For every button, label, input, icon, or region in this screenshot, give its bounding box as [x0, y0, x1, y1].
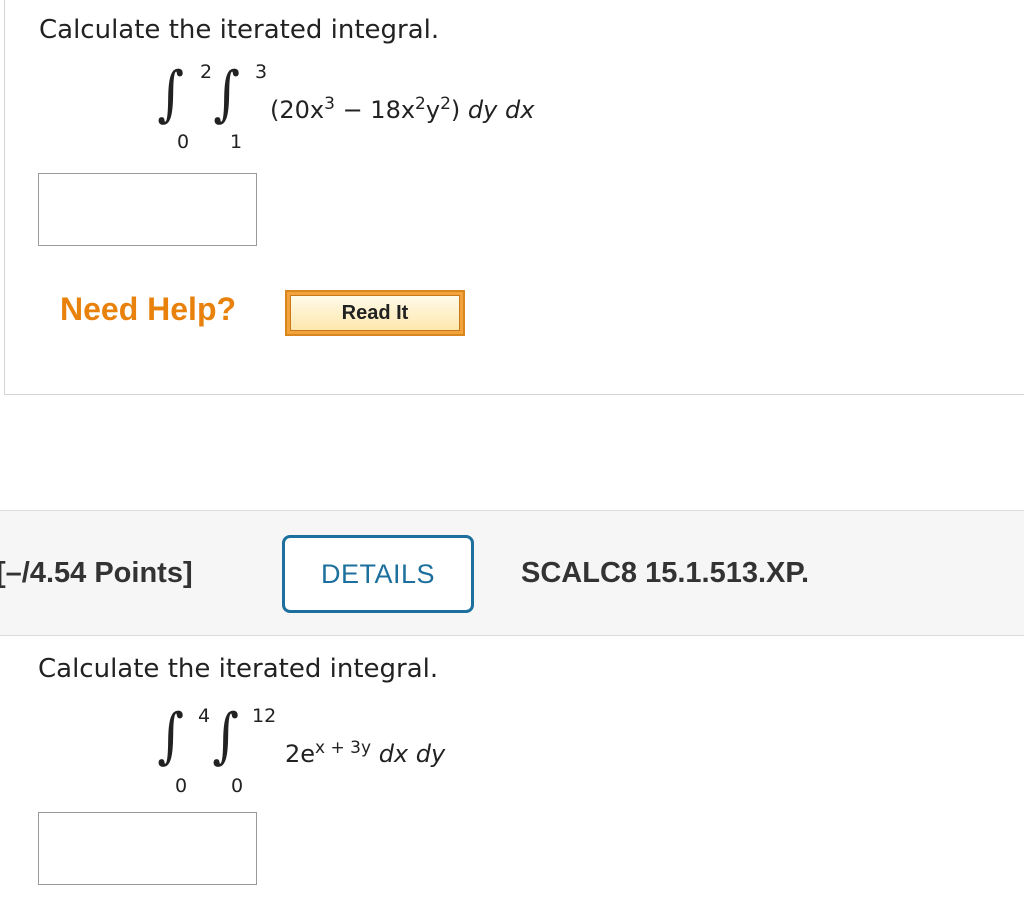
integrand: 2ex + 3y dx dy — [285, 738, 446, 769]
inner-upper-limit: 3 — [255, 61, 268, 83]
outer-integral-sign: ∫ — [157, 701, 184, 771]
outer-upper-limit: 2 — [200, 61, 213, 83]
answer-input-1[interactable] — [38, 173, 257, 246]
inner-lower-limit: 0 — [231, 775, 244, 797]
outer-integral-sign: ∫ — [157, 59, 184, 129]
differentials: dy dx — [467, 96, 535, 124]
differentials: dx dy — [378, 740, 446, 768]
page: Calculate the iterated integral. ∫ 2 0 ∫… — [0, 0, 1024, 907]
answer-input-2[interactable] — [38, 812, 257, 885]
read-it-label: Read It — [290, 295, 460, 331]
outer-lower-limit: 0 — [177, 131, 190, 153]
inner-upper-limit: 12 — [252, 705, 277, 727]
question-2-integral: ∫ 4 0 ∫ 12 0 2ex + 3y dx dy — [155, 702, 555, 802]
points-label: [–/4.54 Points] — [0, 557, 193, 589]
question-2-panel: Calculate the iterated integral. ∫ 4 0 ∫… — [0, 636, 1024, 907]
question-1-panel: Calculate the iterated integral. ∫ 2 0 ∫… — [4, 0, 1024, 395]
inner-integral-sign: ∫ — [213, 59, 240, 129]
question-code: SCALC8 15.1.513.XP. — [521, 557, 810, 589]
question-1-prompt: Calculate the iterated integral. — [39, 15, 440, 45]
read-it-button[interactable]: Read It — [285, 290, 465, 336]
outer-lower-limit: 0 — [175, 775, 188, 797]
integrand: (20x3 − 18x2y2) dy dx — [270, 94, 535, 125]
details-button[interactable]: DETAILS — [282, 535, 474, 613]
question-1-integral: ∫ 2 0 ∫ 3 1 (20x3 − 18x2y2) dy dx — [155, 60, 635, 160]
inner-lower-limit: 1 — [230, 131, 243, 153]
outer-upper-limit: 4 — [198, 705, 211, 727]
inner-integral-sign: ∫ — [212, 701, 239, 771]
question-2-prompt: Calculate the iterated integral. — [38, 654, 439, 684]
need-help-label: Need Help? — [60, 291, 237, 327]
question-2-header: [–/4.54 Points] DETAILS SCALC8 15.1.513.… — [0, 510, 1024, 636]
